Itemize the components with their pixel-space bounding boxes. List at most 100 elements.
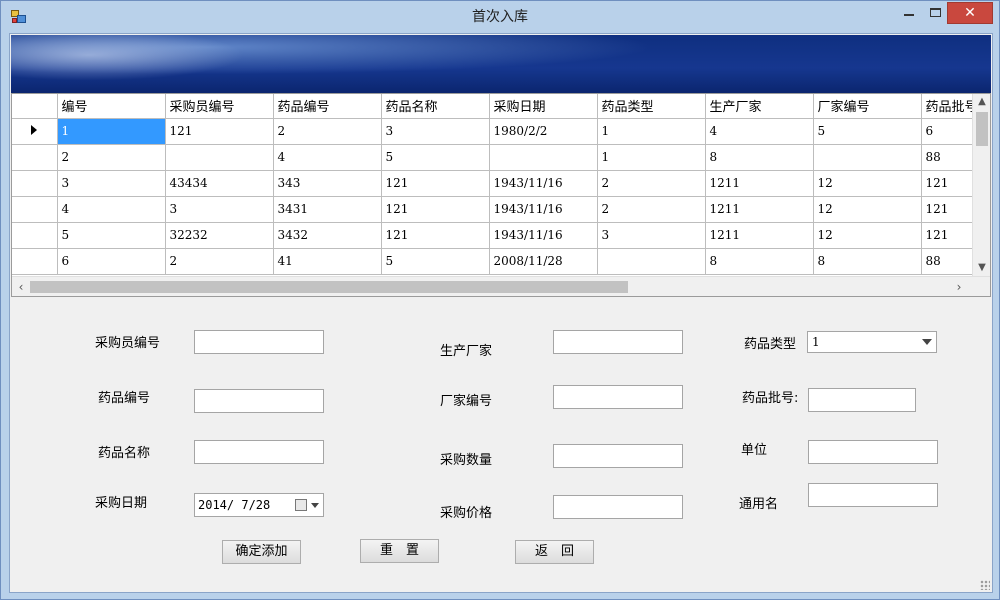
maximize-button[interactable]: [921, 2, 949, 24]
table-cell[interactable]: 4: [705, 118, 814, 145]
row-header[interactable]: [12, 248, 58, 275]
column-header[interactable]: 药品类型: [597, 94, 706, 119]
grid-horizontal-scrollbar[interactable]: ‹ ›: [12, 276, 990, 296]
table-cell[interactable]: 1: [597, 118, 706, 145]
table-cell[interactable]: 5: [813, 118, 922, 145]
table-row[interactable]: 4 3 3431 121 1943/11/16 2 1211 12 121: [12, 196, 983, 223]
table-cell[interactable]: [165, 144, 274, 171]
title-bar[interactable]: 首次入库 ✕: [1, 1, 999, 33]
back-button[interactable]: 返 回: [515, 540, 594, 564]
table-cell[interactable]: 343: [273, 170, 382, 197]
chevron-down-icon[interactable]: [311, 503, 319, 508]
table-cell[interactable]: 2: [165, 248, 274, 275]
table-cell[interactable]: 12: [813, 196, 922, 223]
scroll-up-icon[interactable]: ▲: [973, 94, 990, 110]
table-cell[interactable]: 43434: [165, 170, 274, 197]
table-cell[interactable]: [597, 248, 706, 275]
table-cell[interactable]: 2: [597, 170, 706, 197]
quantity-input[interactable]: [553, 444, 683, 468]
table-cell[interactable]: 1980/2/2: [489, 118, 598, 145]
table-row[interactable]: 2 4 5 1 8 88: [12, 144, 983, 171]
table-cell[interactable]: 121: [165, 118, 274, 145]
drug-name-input[interactable]: [194, 440, 324, 464]
purchase-date-picker[interactable]: 2014/ 7/28: [194, 493, 324, 517]
price-input[interactable]: [553, 495, 683, 519]
grid-vertical-scrollbar[interactable]: ▲ ▼: [972, 94, 990, 276]
table-cell[interactable]: 5: [381, 144, 490, 171]
column-header[interactable]: 生产厂家: [705, 94, 814, 119]
table-cell[interactable]: 1: [597, 144, 706, 171]
table-cell[interactable]: 3: [597, 222, 706, 249]
column-header[interactable]: 药品名称: [381, 94, 490, 119]
table-cell[interactable]: 1211: [705, 222, 814, 249]
reset-button[interactable]: 重 置: [360, 539, 439, 563]
column-header[interactable]: 编号: [57, 94, 166, 119]
scroll-down-icon[interactable]: ▼: [973, 260, 990, 276]
close-button[interactable]: ✕: [947, 2, 993, 24]
table-cell[interactable]: 121: [381, 222, 490, 249]
row-header[interactable]: [12, 118, 58, 145]
table-cell[interactable]: 1: [57, 118, 166, 145]
table-cell[interactable]: 2: [57, 144, 166, 171]
table-cell[interactable]: 1943/11/16: [489, 170, 598, 197]
table-cell[interactable]: [813, 144, 922, 171]
table-cell[interactable]: 121: [381, 196, 490, 223]
table-cell[interactable]: 32232: [165, 222, 274, 249]
vendor-id-input[interactable]: [553, 385, 683, 409]
table-cell[interactable]: 3: [57, 170, 166, 197]
table-cell[interactable]: 8: [705, 144, 814, 171]
row-header[interactable]: [12, 196, 58, 223]
table-cell[interactable]: 1211: [705, 170, 814, 197]
table-cell[interactable]: 4: [273, 144, 382, 171]
table-cell[interactable]: 2: [597, 196, 706, 223]
table-cell[interactable]: 8: [705, 248, 814, 275]
table-row[interactable]: 1 121 2 3 1980/2/2 1 4 5 6: [12, 118, 983, 145]
column-header[interactable]: 厂家编号: [813, 94, 922, 119]
table-cell[interactable]: 2008/11/28: [489, 248, 598, 275]
row-header[interactable]: [12, 144, 58, 171]
table-cell[interactable]: 3: [165, 196, 274, 223]
table-cell[interactable]: 8: [813, 248, 922, 275]
resize-grip-icon[interactable]: [980, 580, 990, 590]
table-cell[interactable]: 121: [381, 170, 490, 197]
table-cell[interactable]: 5: [381, 248, 490, 275]
table-cell[interactable]: 6: [57, 248, 166, 275]
batch-input[interactable]: [808, 388, 916, 412]
table-cell[interactable]: 5: [57, 222, 166, 249]
table-row[interactable]: 3 43434 343 121 1943/11/16 2 1211 12 121: [12, 170, 983, 197]
scroll-left-icon[interactable]: ‹: [12, 277, 30, 296]
data-grid[interactable]: 编号 采购员编号 药品编号 药品名称 采购日期 药品类型 生产厂家 厂家编号 药品批号 1 121…: [11, 93, 991, 297]
table-row[interactable]: 6 2 41 5 2008/11/28 8 8 88: [12, 248, 983, 275]
row-header[interactable]: [12, 222, 58, 249]
table-cell[interactable]: [489, 144, 598, 171]
scroll-right-icon[interactable]: ›: [950, 277, 968, 296]
chevron-down-icon[interactable]: [922, 339, 932, 345]
table-cell[interactable]: 2: [273, 118, 382, 145]
table-cell[interactable]: 4: [57, 196, 166, 223]
table-cell[interactable]: 3: [381, 118, 490, 145]
buyer-id-input[interactable]: [194, 330, 324, 354]
horizontal-scroll-thumb[interactable]: [30, 281, 628, 293]
table-cell[interactable]: 12: [813, 222, 922, 249]
vertical-scroll-thumb[interactable]: [976, 112, 988, 146]
calendar-icon[interactable]: [295, 499, 307, 511]
table-cell[interactable]: 1211: [705, 196, 814, 223]
row-header[interactable]: [12, 170, 58, 197]
drug-id-input[interactable]: [194, 389, 324, 413]
column-header[interactable]: 采购日期: [489, 94, 598, 119]
unit-input[interactable]: [808, 440, 938, 464]
table-cell[interactable]: 41: [273, 248, 382, 275]
generic-name-input[interactable]: [808, 483, 938, 507]
manufacturer-input[interactable]: [553, 330, 683, 354]
table-cell[interactable]: 1943/11/16: [489, 222, 598, 249]
table-cell[interactable]: 1943/11/16: [489, 196, 598, 223]
table-cell[interactable]: 3431: [273, 196, 382, 223]
table-cell[interactable]: 12: [813, 170, 922, 197]
column-header[interactable]: 采购员编号: [165, 94, 274, 119]
minimize-button[interactable]: [895, 2, 923, 24]
drug-type-select[interactable]: 1: [807, 331, 937, 353]
table-row[interactable]: 5 32232 3432 121 1943/11/16 3 1211 12 121: [12, 222, 983, 249]
column-header[interactable]: 药品编号: [273, 94, 382, 119]
confirm-add-button[interactable]: 确定添加: [222, 540, 301, 564]
table-cell[interactable]: 3432: [273, 222, 382, 249]
